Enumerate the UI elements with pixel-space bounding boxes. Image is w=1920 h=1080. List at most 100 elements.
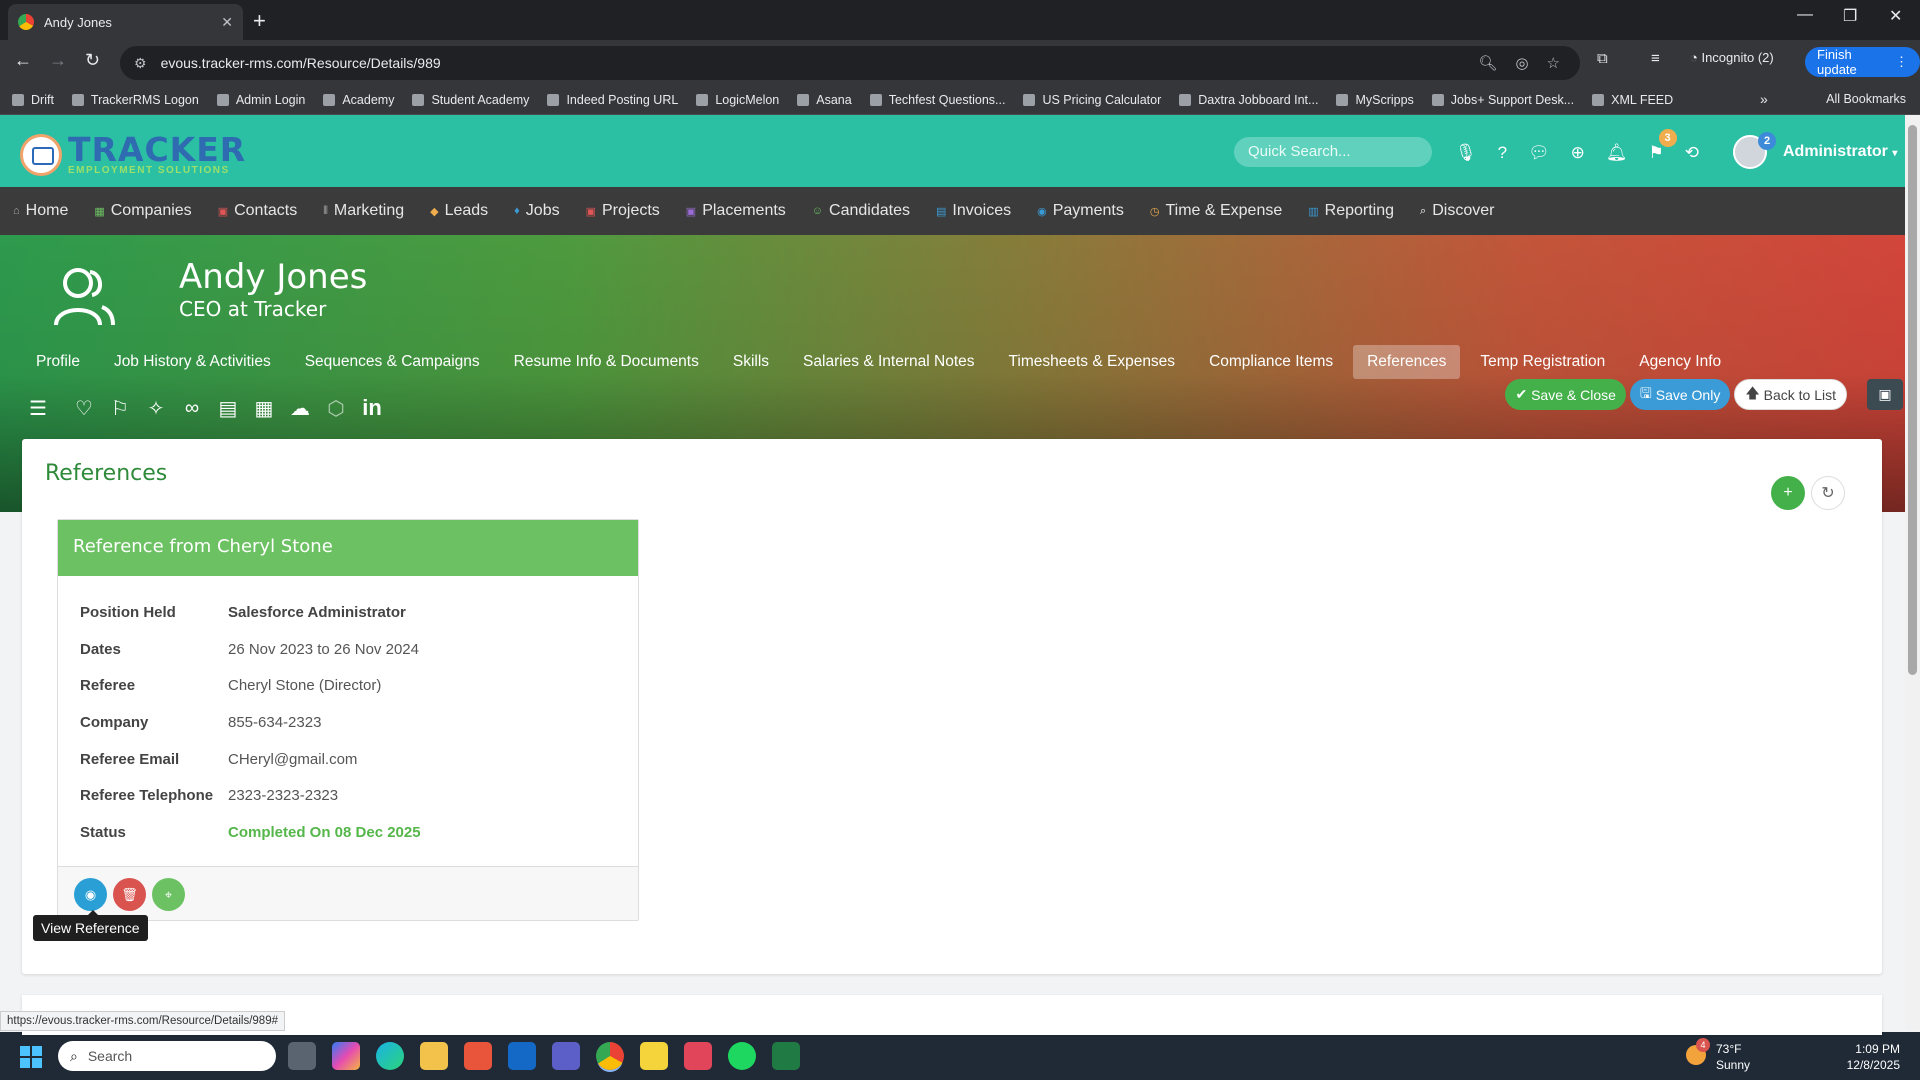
edge-icon[interactable] bbox=[376, 1042, 404, 1070]
nav-item-projects[interactable]: ▣ Projects bbox=[586, 202, 660, 220]
tab-salaries-internal-notes[interactable]: Salaries & Internal Notes bbox=[789, 345, 988, 379]
refresh-button[interactable]: ↻ bbox=[1811, 476, 1845, 510]
bookmark-item[interactable]: MyScripps bbox=[1336, 93, 1414, 107]
view-reference-button[interactable]: ◉ bbox=[74, 878, 107, 911]
tab-profile[interactable]: Profile bbox=[22, 345, 94, 379]
bookmark-item[interactable]: Academy bbox=[323, 93, 394, 107]
tab-temp-registration[interactable]: Temp Registration bbox=[1466, 345, 1619, 379]
teams-icon[interactable] bbox=[552, 1042, 580, 1070]
media-icon[interactable]: ≡ bbox=[1651, 50, 1660, 67]
expand-panel-button[interactable]: ▣ bbox=[1867, 379, 1903, 410]
browser-tab[interactable]: Andy Jones ✕ bbox=[8, 4, 243, 40]
address-bar[interactable]: ⚙ evous.tracker-rms.com/Resource/Details… bbox=[120, 46, 1580, 80]
app-pink-icon[interactable] bbox=[684, 1042, 712, 1070]
collapse-menu-icon[interactable]: ☰ bbox=[28, 396, 48, 421]
nav-item-invoices[interactable]: ▤ Invoices bbox=[936, 202, 1011, 220]
new-tab-icon[interactable]: + bbox=[253, 8, 266, 34]
nav-item-discover[interactable]: ⌕ Discover bbox=[1420, 202, 1494, 220]
tab-resume-info-documents[interactable]: Resume Info & Documents bbox=[500, 345, 713, 379]
add-reference-button[interactable]: + bbox=[1771, 476, 1805, 510]
minimize-icon[interactable]: — bbox=[1797, 6, 1813, 24]
nav-item-time-expense[interactable]: ◷ Time & Expense bbox=[1150, 202, 1282, 220]
bookmark-item[interactable]: LogicMelon bbox=[696, 93, 779, 107]
bookmark-item[interactable]: Admin Login bbox=[216, 93, 305, 107]
heart-icon[interactable]: ♡ bbox=[74, 396, 94, 421]
document-icon[interactable]: ▦ bbox=[254, 396, 274, 421]
site-info-icon[interactable]: ⚙ bbox=[134, 55, 147, 72]
bookmark-item[interactable]: Indeed Posting URL bbox=[547, 93, 678, 107]
more-bookmarks-icon[interactable]: » bbox=[1760, 91, 1768, 107]
outlook-icon[interactable] bbox=[508, 1042, 536, 1070]
nav-item-jobs[interactable]: ♦ Jobs bbox=[514, 202, 559, 220]
flag-icon[interactable]: ⚑ 3 bbox=[1649, 129, 1677, 163]
app-s-icon[interactable] bbox=[464, 1042, 492, 1070]
user-menu[interactable]: Administrator ▾ bbox=[1783, 143, 1897, 161]
bookmark-item[interactable]: TrackerRMS Logon bbox=[71, 93, 199, 107]
flag-outline-icon[interactable]: ⚐ bbox=[110, 396, 130, 421]
nav-item-home[interactable]: ⌂ Home bbox=[13, 202, 68, 220]
cloud-icon[interactable]: ☁ bbox=[290, 396, 310, 421]
nav-item-payments[interactable]: ◉ Payments bbox=[1037, 202, 1124, 220]
tab-references[interactable]: References bbox=[1353, 345, 1461, 379]
document-list-icon[interactable]: ▤ bbox=[218, 396, 238, 421]
back-icon[interactable]: ← bbox=[14, 50, 32, 71]
bookmark-item[interactable]: Techfest Questions... bbox=[869, 93, 1005, 107]
taskbar-search[interactable]: ⌕ Search bbox=[58, 1041, 276, 1071]
tab-skills[interactable]: Skills bbox=[719, 345, 783, 379]
zoom-icon[interactable]: 🔍︎ bbox=[1478, 54, 1497, 72]
eye-off-icon[interactable]: ◎ bbox=[1515, 54, 1528, 72]
target-reference-button[interactable]: ⌖ bbox=[152, 878, 185, 911]
add-circle-icon[interactable]: ⊕ bbox=[1571, 143, 1585, 163]
finish-update-button[interactable]: Finish update ⋮ bbox=[1805, 47, 1920, 77]
nav-item-contacts[interactable]: ▣ Contacts bbox=[218, 202, 298, 220]
quick-search-input[interactable]: Quick Search... bbox=[1234, 137, 1432, 167]
chat-icon[interactable]: 💬︎ bbox=[1528, 143, 1550, 163]
windows-start-icon[interactable] bbox=[20, 1046, 42, 1068]
bell-icon[interactable]: 🔔︎ bbox=[1606, 143, 1628, 163]
all-bookmarks[interactable]: All Bookmarks bbox=[1826, 92, 1906, 106]
tab-sequences-campaigns[interactable]: Sequences & Campaigns bbox=[291, 345, 494, 379]
system-clock[interactable]: 1:09 PM 12/8/2025 bbox=[1847, 1041, 1900, 1073]
scrollbar-thumb[interactable] bbox=[1908, 125, 1917, 675]
bookmark-item[interactable]: Student Academy bbox=[412, 93, 529, 107]
nav-item-marketing[interactable]: ⫴ Marketing bbox=[323, 202, 404, 220]
reload-icon[interactable]: ↻ bbox=[85, 50, 100, 71]
bookmark-item[interactable]: Daxtra Jobboard Int... bbox=[1179, 93, 1318, 107]
bookmark-item[interactable]: Asana bbox=[797, 93, 852, 107]
delete-reference-button[interactable]: 🗑︎ bbox=[113, 878, 146, 911]
spotify-icon[interactable] bbox=[728, 1042, 756, 1070]
back-to-list-button[interactable]: 🡅 Back to List bbox=[1734, 379, 1847, 410]
bookmark-item[interactable]: Drift bbox=[12, 93, 54, 107]
history-icon[interactable]: ⟲ bbox=[1685, 143, 1699, 163]
nav-item-candidates[interactable]: ☺ Candidates bbox=[812, 202, 910, 220]
incognito-indicator[interactable]: ◔ Incognito (2) bbox=[1690, 50, 1774, 65]
nav-item-leads[interactable]: ◆ Leads bbox=[430, 202, 488, 220]
bookmark-item[interactable]: Jobs+ Support Desk... bbox=[1431, 93, 1574, 107]
copilot-icon[interactable] bbox=[332, 1042, 360, 1070]
restore-icon[interactable]: ❐ bbox=[1843, 6, 1857, 26]
forward-icon[interactable]: → bbox=[49, 50, 67, 71]
tracker-logo[interactable]: TRACKER EMPLOYMENT SOLUTIONS bbox=[20, 133, 246, 176]
help-icon[interactable]: ? bbox=[1498, 143, 1507, 163]
task-view-icon[interactable] bbox=[288, 1042, 316, 1070]
pin-icon[interactable]: ✧ bbox=[146, 396, 166, 421]
file-explorer-icon[interactable] bbox=[420, 1042, 448, 1070]
chrome-icon[interactable] bbox=[596, 1042, 624, 1070]
page-scrollbar[interactable] bbox=[1905, 115, 1920, 1030]
alert-icon[interactable]: ⬡ bbox=[326, 396, 346, 421]
weather-widget[interactable]: 73°F Sunny bbox=[1716, 1041, 1750, 1073]
nav-item-companies[interactable]: ▦ Companies bbox=[94, 202, 191, 220]
tab-close-icon[interactable]: ✕ bbox=[221, 14, 233, 31]
bookmark-star-icon[interactable]: ☆ bbox=[1547, 54, 1560, 72]
save-only-button[interactable]: 🖫 Save Only bbox=[1629, 379, 1731, 410]
nav-item-reporting[interactable]: ▥ Reporting bbox=[1308, 202, 1394, 220]
close-window-icon[interactable]: ✕ bbox=[1889, 6, 1902, 26]
tab-job-history-activities[interactable]: Job History & Activities bbox=[100, 345, 285, 379]
sticky-notes-icon[interactable] bbox=[640, 1042, 668, 1070]
tab-compliance-items[interactable]: Compliance Items bbox=[1195, 345, 1347, 379]
excel-icon[interactable] bbox=[772, 1042, 800, 1070]
tab-timesheets-expenses[interactable]: Timesheets & Expenses bbox=[995, 345, 1190, 379]
link-icon[interactable]: ∞ bbox=[182, 397, 202, 420]
tab-search-icon[interactable]: ⧉ bbox=[1597, 50, 1608, 67]
tab-agency-info[interactable]: Agency Info bbox=[1625, 345, 1735, 379]
